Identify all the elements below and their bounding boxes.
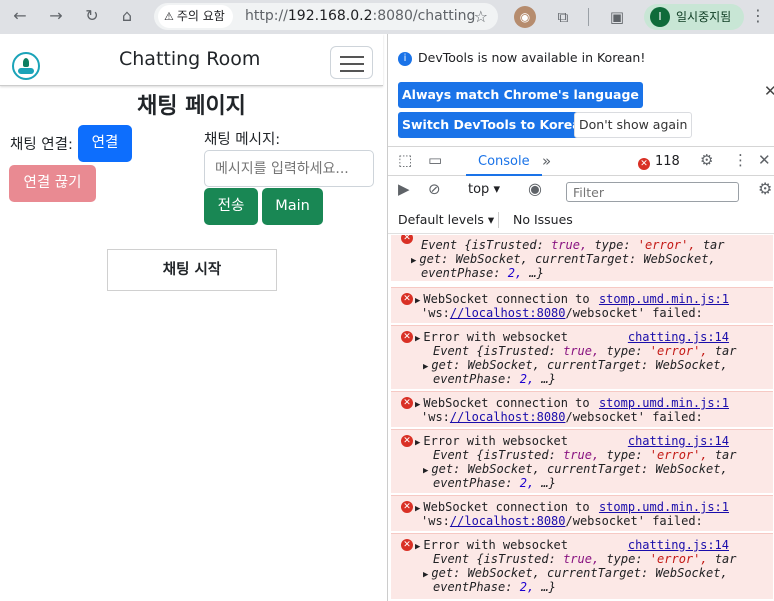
issues-status[interactable]: No Issues <box>513 212 573 227</box>
console-error-entry[interactable]: ✕ Event {isTrusted: true, type: 'error',… <box>391 235 773 281</box>
menu-icon[interactable]: ⋮ <box>748 5 768 27</box>
hamburger-line <box>340 63 364 65</box>
error-icon: ✕ <box>401 397 413 409</box>
send-button[interactable]: 전송 <box>204 188 258 225</box>
error-counter[interactable]: ✕ 118 <box>638 147 680 176</box>
forward-icon[interactable]: → <box>44 5 68 27</box>
console-settings-icon[interactable]: ⚙ <box>758 179 772 198</box>
console-error-entry[interactable]: ✕ ▶ WebSocket connection to stomp.umd.min… <box>391 391 773 427</box>
sidebar-icon[interactable]: ▣ <box>606 6 628 28</box>
info-icon: i <box>398 51 412 66</box>
console-error-entry[interactable]: ✕ ▶ WebSocket connection to stomp.umd.min… <box>391 287 773 323</box>
navbar-toggler[interactable] <box>330 46 373 79</box>
profile-avatar: I <box>650 7 670 27</box>
source-link[interactable]: stomp.umd.min.js:1 <box>599 500 729 515</box>
home-icon[interactable]: ⌂ <box>115 5 139 27</box>
log-levels-dropdown[interactable]: Default levels ▾ <box>398 212 494 227</box>
console-toolbar: ▶ ⊘ top ▾ ◉ ⚙ <box>388 176 774 206</box>
levels-divider <box>498 212 499 228</box>
filter-input[interactable] <box>566 182 739 202</box>
puzzle-icon[interactable]: ⧉ <box>552 6 574 28</box>
settings-gear-icon[interactable]: ⚙ <box>700 151 713 169</box>
more-options-icon[interactable]: ⋮ <box>733 151 748 169</box>
navbar-brand[interactable]: Chatting Room <box>119 48 260 70</box>
source-link[interactable]: chatting.js:14 <box>628 330 729 345</box>
source-link[interactable]: stomp.umd.min.js:1 <box>599 292 729 307</box>
star-icon[interactable]: ☆ <box>474 3 488 30</box>
url-text[interactable]: http://192.168.0.2:8080/chatting <box>245 3 475 30</box>
error-icon: ✕ <box>401 435 413 447</box>
close-devtools-icon[interactable]: ✕ <box>758 151 771 169</box>
reload-icon[interactable]: ↻ <box>80 5 104 27</box>
match-language-button[interactable]: Always match Chrome's language <box>398 82 643 108</box>
navbar: Chatting Room <box>0 34 383 86</box>
address-bar[interactable]: ⚠ 주의 요함 http://192.168.0.2:8080/chatting … <box>154 3 498 30</box>
console-error-entry[interactable]: ✕ ▶ Error with websocket chatting.js:14 E… <box>391 325 773 389</box>
source-link[interactable]: chatting.js:14 <box>628 434 729 449</box>
console-error-entry[interactable]: ✕ ▶ Error with websocket chatting.js:14 E… <box>391 429 773 493</box>
message-input[interactable] <box>204 150 374 187</box>
levels-row: Default levels ▾ No Issues <box>388 206 774 234</box>
logo-icon[interactable] <box>12 52 40 80</box>
tab-console[interactable]: Console <box>466 147 542 176</box>
more-tabs-icon[interactable]: » <box>542 147 551 176</box>
main-button[interactable]: Main <box>262 188 323 225</box>
error-icon: ✕ <box>401 539 413 551</box>
eye-icon[interactable]: ◉ <box>528 179 542 198</box>
web-page: Chatting Room 채팅 페이지 채팅 연결: 연결 연결 끊기 채팅 … <box>0 34 387 601</box>
disconnect-button[interactable]: 연결 끊기 <box>9 165 96 202</box>
devtools-info-banner: i DevTools is now available in Korean! <box>398 50 645 66</box>
extension-avatar-icon[interactable]: ◉ <box>514 6 536 28</box>
console-log[interactable]: ✕ Event {isTrusted: true, type: 'error',… <box>388 235 774 601</box>
profile-button[interactable]: I 일시중지됨 <box>644 4 744 30</box>
source-link[interactable]: chatting.js:14 <box>628 538 729 553</box>
devtools-panel: iDevTools is now available in Korean! ✕ … <box>387 34 774 601</box>
error-icon: ✕ <box>638 158 650 170</box>
hamburger-icon <box>340 56 364 58</box>
toolbar-divider <box>588 8 589 26</box>
console-error-entry[interactable]: ✕ ▶ Error with websocket chatting.js:14 E… <box>391 533 773 599</box>
inspect-icon[interactable]: ⬚ <box>398 151 412 169</box>
close-icon[interactable]: ✕ <box>764 82 774 100</box>
error-icon: ✕ <box>401 293 413 305</box>
start-chat-button[interactable]: 채팅 시작 <box>107 249 277 291</box>
switch-korean-button[interactable]: Switch DevTools to Korean <box>398 112 594 138</box>
context-select[interactable]: top ▾ <box>468 182 500 197</box>
error-icon: ✕ <box>401 235 413 244</box>
page-title: 채팅 페이지 <box>137 94 246 119</box>
connect-button[interactable]: 연결 <box>78 125 132 162</box>
console-error-entry[interactable]: ✕ ▶ WebSocket connection to stomp.umd.min… <box>391 495 773 531</box>
source-link[interactable]: stomp.umd.min.js:1 <box>599 396 729 411</box>
connect-label: 채팅 연결: <box>10 137 73 153</box>
device-toolbar-icon[interactable]: ▭ <box>428 151 442 169</box>
error-icon: ✕ <box>401 331 413 343</box>
dont-show-button[interactable]: Don't show again <box>574 112 693 138</box>
hamburger-line <box>340 70 364 72</box>
devtools-tabs: ⬚ ▭ Console » ✕ 118 ⚙ ⋮ ✕ <box>388 146 774 176</box>
sidebar-toggle-icon[interactable]: ▶ <box>398 180 410 198</box>
back-icon[interactable]: ← <box>8 5 32 27</box>
security-chip[interactable]: ⚠ 주의 요함 <box>158 5 233 28</box>
error-icon: ✕ <box>401 501 413 513</box>
profile-status: 일시중지됨 <box>676 10 732 24</box>
warning-icon: ⚠ <box>164 10 174 23</box>
message-label: 채팅 메시지: <box>204 132 281 148</box>
clear-console-icon[interactable]: ⊘ <box>428 180 441 198</box>
browser-toolbar: ← → ↻ ⌂ ⚠ 주의 요함 http://192.168.0.2:8080/c… <box>0 0 774 34</box>
